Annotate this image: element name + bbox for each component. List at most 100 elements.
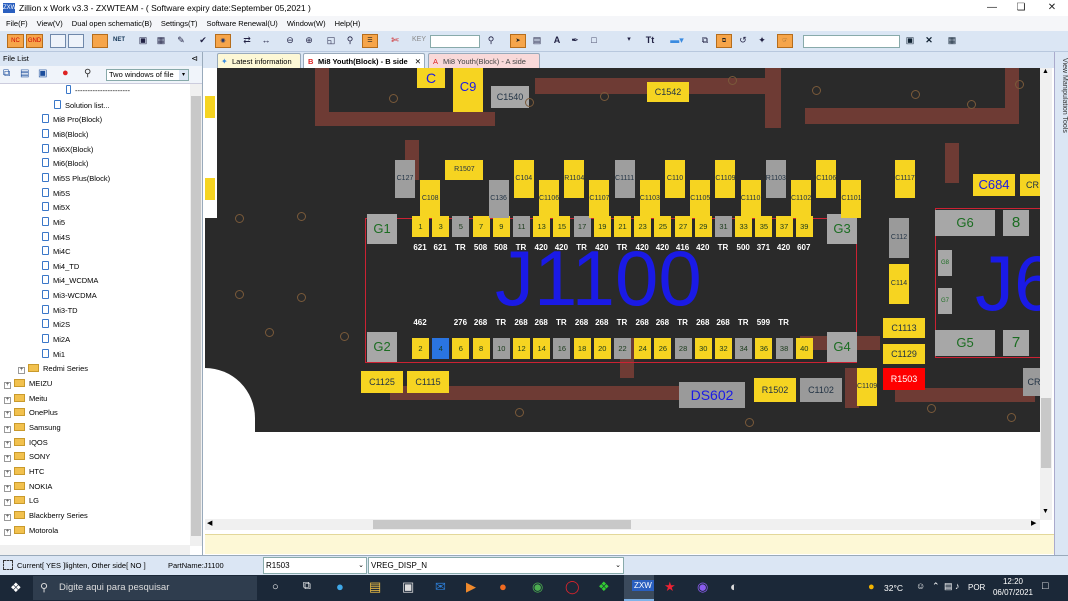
mirror-icon[interactable]: ↔ <box>259 34 273 48</box>
component-c136[interactable]: C136 <box>488 180 509 218</box>
tree-item[interactable]: Mi8(Block) <box>42 128 88 142</box>
component-r1507[interactable]: R1507 <box>445 160 484 180</box>
expand-icon[interactable]: + <box>4 425 11 433</box>
connector-pin[interactable]: 27 <box>674 216 692 237</box>
net-name-select[interactable]: VREG_DISP_N ⌄ <box>368 557 624 574</box>
nc-button[interactable]: NC <box>7 34 24 48</box>
notification-icon[interactable]: □ <box>1042 580 1049 592</box>
schematic-view-icon[interactable] <box>68 34 84 48</box>
scroll-up-icon[interactable]: ▲ <box>1042 68 1049 75</box>
clock-date[interactable]: 06/07/2021 <box>990 588 1036 597</box>
connector-pin[interactable]: 40 <box>795 338 813 359</box>
grid-tool-icon[interactable]: ▦ <box>944 34 960 48</box>
people-icon[interactable]: ☺ <box>916 581 925 591</box>
text-size-icon[interactable]: Tt <box>642 34 658 48</box>
component-c104[interactable]: C104 <box>513 160 534 198</box>
tree-item[interactable]: Mi4_TD <box>42 260 79 274</box>
grid-icon[interactable]: ▦ <box>154 34 168 48</box>
connector-pin[interactable]: 18 <box>573 338 591 359</box>
component-c1106[interactable]: C1106 <box>539 180 559 218</box>
connector-pin[interactable]: 28 <box>674 338 692 359</box>
edge-browser-icon[interactable]: ● <box>336 579 344 594</box>
scroll-right-icon[interactable]: ▶ <box>1031 519 1036 527</box>
component-c684[interactable]: C684 <box>973 174 1015 196</box>
connector-pin[interactable]: 12 <box>513 338 530 359</box>
connector-pin[interactable]: 23 <box>634 216 652 237</box>
save-icon[interactable]: ▣ <box>903 34 917 48</box>
tree-item[interactable]: Mi1 <box>42 348 65 362</box>
connector-pin[interactable]: 20 <box>593 338 611 359</box>
zoom-in-icon[interactable]: ⊕ <box>302 34 316 48</box>
component-r1502[interactable]: R1502 <box>754 378 796 402</box>
tree-item[interactable]: Mi4_WCDMA <box>42 274 98 288</box>
component-c1125[interactable]: C1125 <box>361 371 403 393</box>
part-select[interactable]: R1503 ⌄ <box>263 557 367 574</box>
pointer-icon[interactable]: ➤ <box>510 34 526 48</box>
net-select[interactable] <box>803 35 900 48</box>
menu-view[interactable]: View(V) <box>37 19 63 28</box>
menu-help[interactable]: Help(H) <box>335 19 361 28</box>
ground-pad-g7[interactable]: G7 <box>938 288 952 314</box>
connector-pin[interactable]: 7 <box>472 216 490 237</box>
connector-pin[interactable]: 36 <box>755 338 773 359</box>
pin-panel-icon[interactable]: ⊲ <box>191 52 198 66</box>
connector-pin[interactable]: 29 <box>694 216 712 237</box>
tree-item[interactable]: Mi3-WCDMA <box>42 289 97 303</box>
connector-pin[interactable]: 5 <box>452 216 470 237</box>
gnd-button[interactable]: GND <box>26 34 43 48</box>
scroll-thumb[interactable] <box>1041 398 1051 468</box>
ground-pad-g8[interactable]: G8 <box>938 250 952 276</box>
ground-pad-g5[interactable]: G5 <box>935 330 995 356</box>
connector-pin[interactable]: 39 <box>795 216 813 237</box>
file-window-select[interactable]: Two windows of file ▾ <box>106 69 189 81</box>
menu-dual-open[interactable]: Dual open schematic(B) <box>72 19 152 28</box>
component-c1107[interactable]: C1107 <box>589 180 610 218</box>
rotate-icon[interactable]: ↺ <box>736 34 750 48</box>
component-c[interactable]: C <box>417 68 445 88</box>
connector-pin[interactable]: 38 <box>775 338 793 359</box>
connector-pin[interactable]: 31 <box>715 216 732 237</box>
tree-folder[interactable]: + Meitu <box>4 392 47 406</box>
app-gray-icon[interactable]: ◐ <box>730 579 738 594</box>
component-c1129[interactable]: C1129 <box>883 344 925 364</box>
search-icon[interactable]: ⚲ <box>84 68 91 79</box>
tree-item[interactable]: ---------------------- <box>66 84 130 98</box>
pin-icon[interactable]: ✦ <box>755 34 769 48</box>
menu-file[interactable]: File(F) <box>6 19 28 28</box>
expand-icon[interactable]: + <box>4 499 11 507</box>
component-c1542[interactable]: C1542 <box>647 82 689 102</box>
component-c1110[interactable]: C1110 <box>740 180 761 218</box>
crop-icon[interactable]: □ <box>587 34 601 48</box>
scroll-left-icon[interactable]: ◀ <box>207 519 212 527</box>
language-indicator[interactable]: POR <box>968 583 985 592</box>
chevron-up-icon[interactable]: ⌃ <box>932 581 940 592</box>
refresh-doc-icon[interactable]: ▣ <box>38 68 47 79</box>
hand-icon[interactable]: ☞ <box>777 34 793 48</box>
connector-pin[interactable]: 3 <box>432 216 450 237</box>
ground-pad-g4[interactable]: G4 <box>827 332 857 362</box>
expand-icon[interactable]: + <box>4 396 11 404</box>
component-c108[interactable]: C108 <box>420 180 441 218</box>
component-c112[interactable]: C112 <box>889 218 909 258</box>
component-c1101[interactable]: C1101 <box>841 180 862 218</box>
component-c1105[interactable]: C1105 <box>690 180 711 218</box>
tree-folder[interactable]: + MEIZU <box>4 377 52 391</box>
expand-icon[interactable]: + <box>4 528 11 536</box>
connector-pin[interactable]: 9 <box>492 216 510 237</box>
color-dropdown-icon[interactable]: ▾ <box>624 34 634 48</box>
document-icon[interactable]: ▤ <box>20 68 29 79</box>
windows-start-icon[interactable]: ❖ <box>10 580 22 596</box>
copy-icon[interactable]: ⧉ <box>698 34 712 48</box>
text-a-icon[interactable]: A <box>550 34 564 48</box>
weather-temp[interactable]: 32°C <box>884 583 903 593</box>
zoom-fit-icon[interactable]: ◱ <box>324 34 338 48</box>
tree-item[interactable]: Mi2A <box>42 333 70 347</box>
line-style-icon[interactable]: ▬▾ <box>664 34 690 48</box>
clear-icon[interactable]: ✕ <box>922 34 936 48</box>
layer-icon[interactable]: ⧉ <box>716 34 732 48</box>
connector-pin[interactable]: 1 <box>412 216 429 237</box>
location-icon[interactable]: ● <box>62 67 69 79</box>
zxw-taskbar-button[interactable]: ZXW <box>624 575 654 601</box>
component-c127[interactable]: C127 <box>395 160 415 198</box>
expand-icon[interactable]: + <box>4 411 11 419</box>
